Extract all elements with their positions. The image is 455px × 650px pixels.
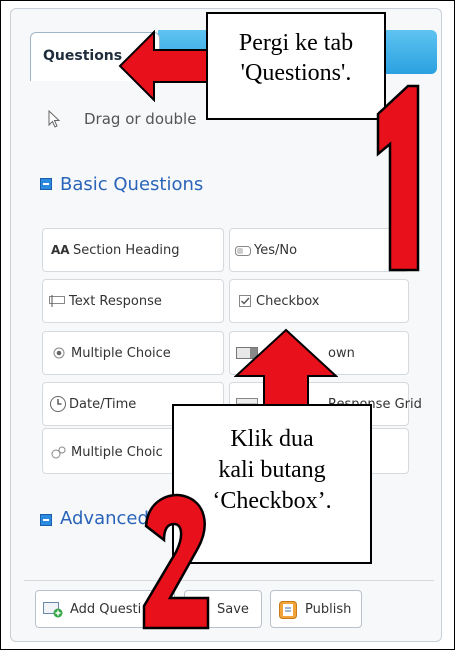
cursor-icon	[48, 110, 61, 128]
checkbox-icon	[239, 295, 251, 307]
toggle-icon	[235, 246, 251, 256]
section-title-advanced: Advanced	[60, 508, 149, 529]
collapse-icon[interactable]	[40, 178, 52, 190]
checkbox-button[interactable]: Checkbox	[229, 279, 409, 323]
step-number-1	[376, 84, 420, 272]
section-title-basic: Basic Questions	[60, 174, 204, 195]
multiple-choice-button[interactable]: Multiple Choice	[42, 331, 224, 375]
add-question-icon	[43, 602, 63, 618]
text-response-button[interactable]: Text Response	[42, 279, 224, 323]
aa-icon: AA	[51, 243, 70, 257]
callout1-line2: 'Questions'.	[240, 60, 352, 86]
link-radio-icon	[51, 446, 66, 459]
radio-icon	[53, 347, 65, 359]
tab-questions-label: Questions	[43, 48, 123, 64]
callout-goto-questions: Pergi ke tab 'Questions'.	[206, 12, 386, 120]
text-field-icon	[49, 295, 65, 307]
collapse-icon[interactable]	[40, 514, 52, 526]
callout2-line2: kali butang	[218, 457, 326, 483]
clock-icon	[50, 396, 66, 412]
section-heading-button[interactable]: AA Section Heading	[42, 228, 224, 272]
callout1-line1: Pergi ke tab	[238, 30, 354, 56]
callout2-line1: Klik dua	[230, 426, 314, 452]
red-arrow-left	[118, 30, 219, 102]
drag-hint-text: Drag or double	[84, 110, 197, 128]
footer-divider	[24, 580, 434, 581]
step-number-2	[142, 493, 210, 630]
publish-icon	[279, 601, 297, 619]
publish-button[interactable]: Publish	[270, 590, 362, 628]
